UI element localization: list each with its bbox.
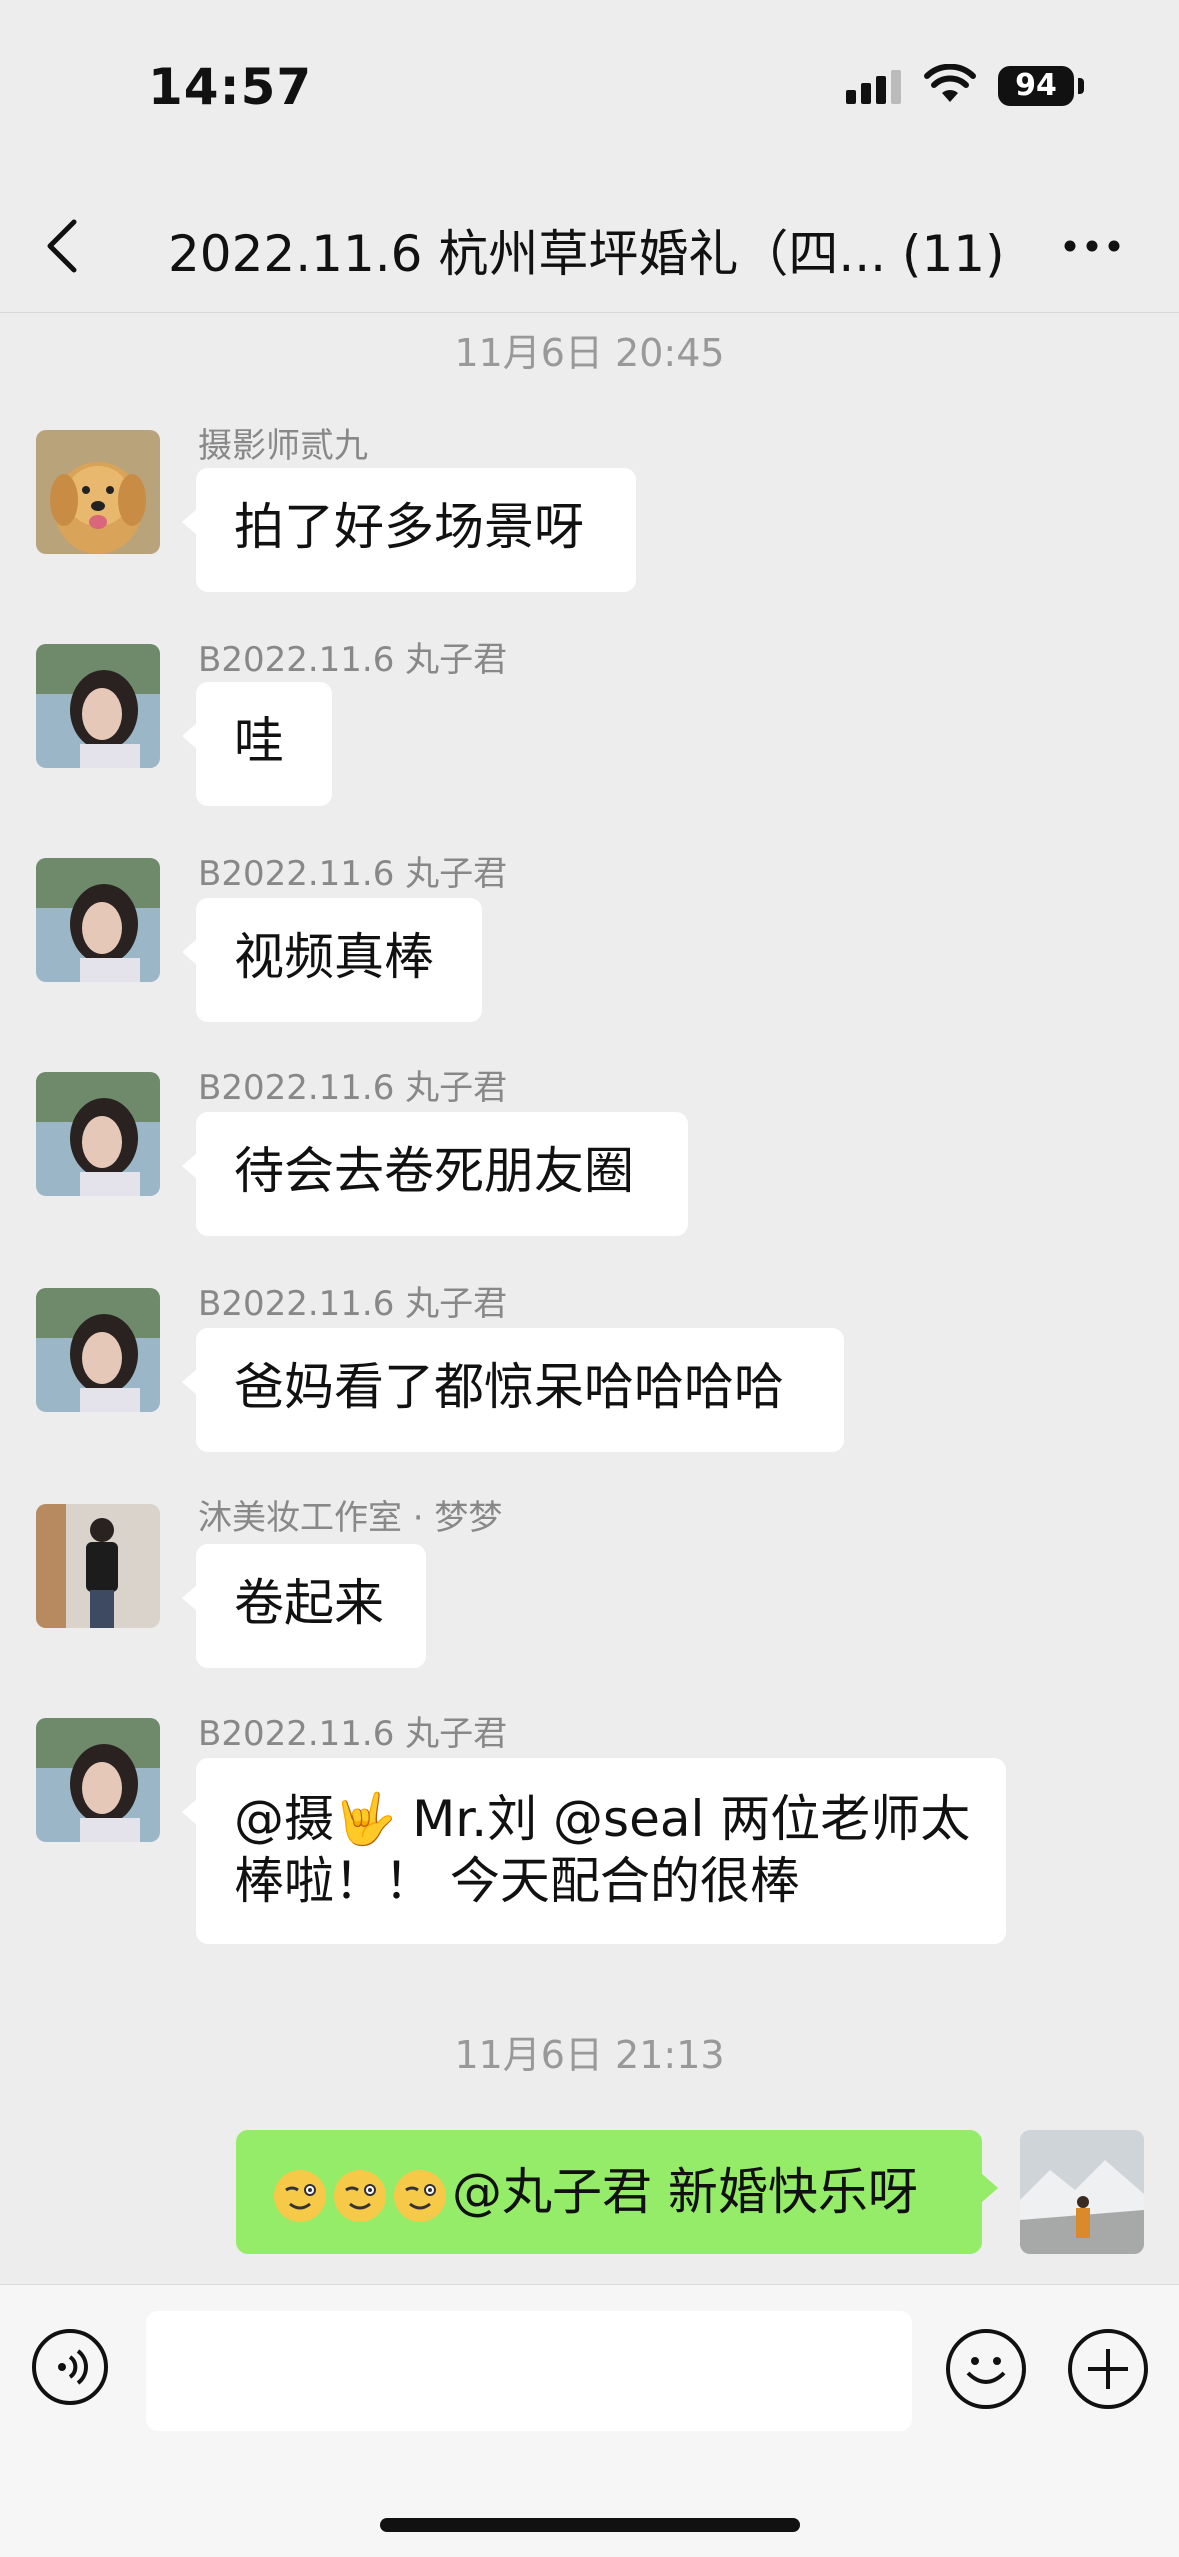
battery-icon: 94	[998, 66, 1074, 106]
voice-input-button[interactable]	[32, 2329, 108, 2405]
message-bubble[interactable]: 爸妈看了都惊呆哈哈哈哈	[182, 1328, 844, 1452]
message-input[interactable]	[146, 2311, 912, 2431]
landscape-avatar-icon	[1020, 2130, 1144, 2254]
wink-face-icon	[274, 2169, 326, 2222]
message-bubble[interactable]: 拍了好多场景呀	[182, 468, 636, 592]
chat-timestamp: 11月6日 20:45	[454, 331, 725, 375]
more-functions-button[interactable]	[1068, 2329, 1148, 2409]
message-line: @摄🤟 Mr.刘 @seal 两位老师太	[234, 1790, 971, 1848]
message-line: 棒啦！！ 今天配合的很棒	[234, 1852, 800, 1910]
plus-icon	[1088, 2349, 1128, 2389]
wifi-icon	[924, 64, 976, 102]
battery-cap	[1078, 78, 1084, 94]
voice-icon	[58, 2349, 88, 2385]
portrait-avatar-icon	[36, 1718, 160, 1842]
sender-name: B2022.11.6 丸子君	[198, 640, 508, 680]
message-bubble[interactable]: 卷起来	[182, 1544, 426, 1668]
emoji-button[interactable]	[946, 2329, 1026, 2409]
status-time: 14:57	[148, 58, 313, 116]
message-bubble[interactable]: 待会去卷死朋友圈	[182, 1112, 688, 1236]
sender-name: 沐美妆工作室 · 梦梦	[198, 1498, 503, 1538]
avatar-golden-retriever[interactable]	[36, 430, 160, 554]
status-bar: 14:57 94	[0, 0, 1179, 170]
sender-name: B2022.11.6 丸子君	[198, 1284, 508, 1324]
portrait-avatar-icon	[36, 1072, 160, 1196]
cellular-signal-icon	[846, 70, 901, 104]
avatar-girl-tree[interactable]	[36, 1288, 160, 1412]
smiley-icon	[966, 2357, 1006, 2384]
avatar-girl-tree[interactable]	[36, 1718, 160, 1842]
avatar-girl-tree[interactable]	[36, 858, 160, 982]
portrait-avatar-icon	[36, 644, 160, 768]
avatar-girl-tree[interactable]	[36, 1072, 160, 1196]
portrait-avatar-icon	[36, 1288, 160, 1412]
message-bubble[interactable]: 哇	[182, 682, 332, 806]
my-message-text: @丸子君 新婚快乐呀	[452, 2163, 918, 2221]
home-indicator[interactable]	[380, 2518, 800, 2532]
avatar-makeup-studio[interactable]	[36, 1504, 160, 1628]
back-chevron-icon[interactable]	[42, 218, 82, 274]
avatar-girl-tree[interactable]	[36, 644, 160, 768]
wink-face-icon	[394, 2169, 446, 2222]
input-bar	[0, 2284, 1179, 2557]
sender-name: B2022.11.6 丸子君	[198, 1068, 508, 1108]
portrait-avatar-icon	[36, 858, 160, 982]
chat-timestamp: 11月6日 21:13	[454, 2033, 725, 2077]
dog-avatar-icon	[36, 430, 160, 554]
person-avatar-icon	[36, 1504, 160, 1628]
sender-name: B2022.11.6 丸子君	[198, 1714, 508, 1754]
more-options-icon[interactable]	[1062, 236, 1122, 256]
my-message-bubble[interactable]: @丸子君 新婚快乐呀	[236, 2130, 998, 2254]
chat-title: 2022.11.6 杭州草坪婚礼（四... (11)	[168, 225, 1005, 283]
my-avatar[interactable]	[1020, 2130, 1144, 2254]
sender-name: B2022.11.6 丸子君	[198, 854, 508, 894]
wink-face-icon	[334, 2169, 386, 2222]
message-bubble[interactable]: 视频真棒	[182, 898, 482, 1022]
sender-name: 摄影师贰九	[198, 426, 368, 466]
chat-header: 2022.11.6 杭州草坪婚礼（四... (11)	[0, 170, 1179, 313]
message-bubble[interactable]: @摄🤟 Mr.刘 @seal 两位老师太 棒啦！！ 今天配合的很棒	[182, 1758, 1006, 1944]
